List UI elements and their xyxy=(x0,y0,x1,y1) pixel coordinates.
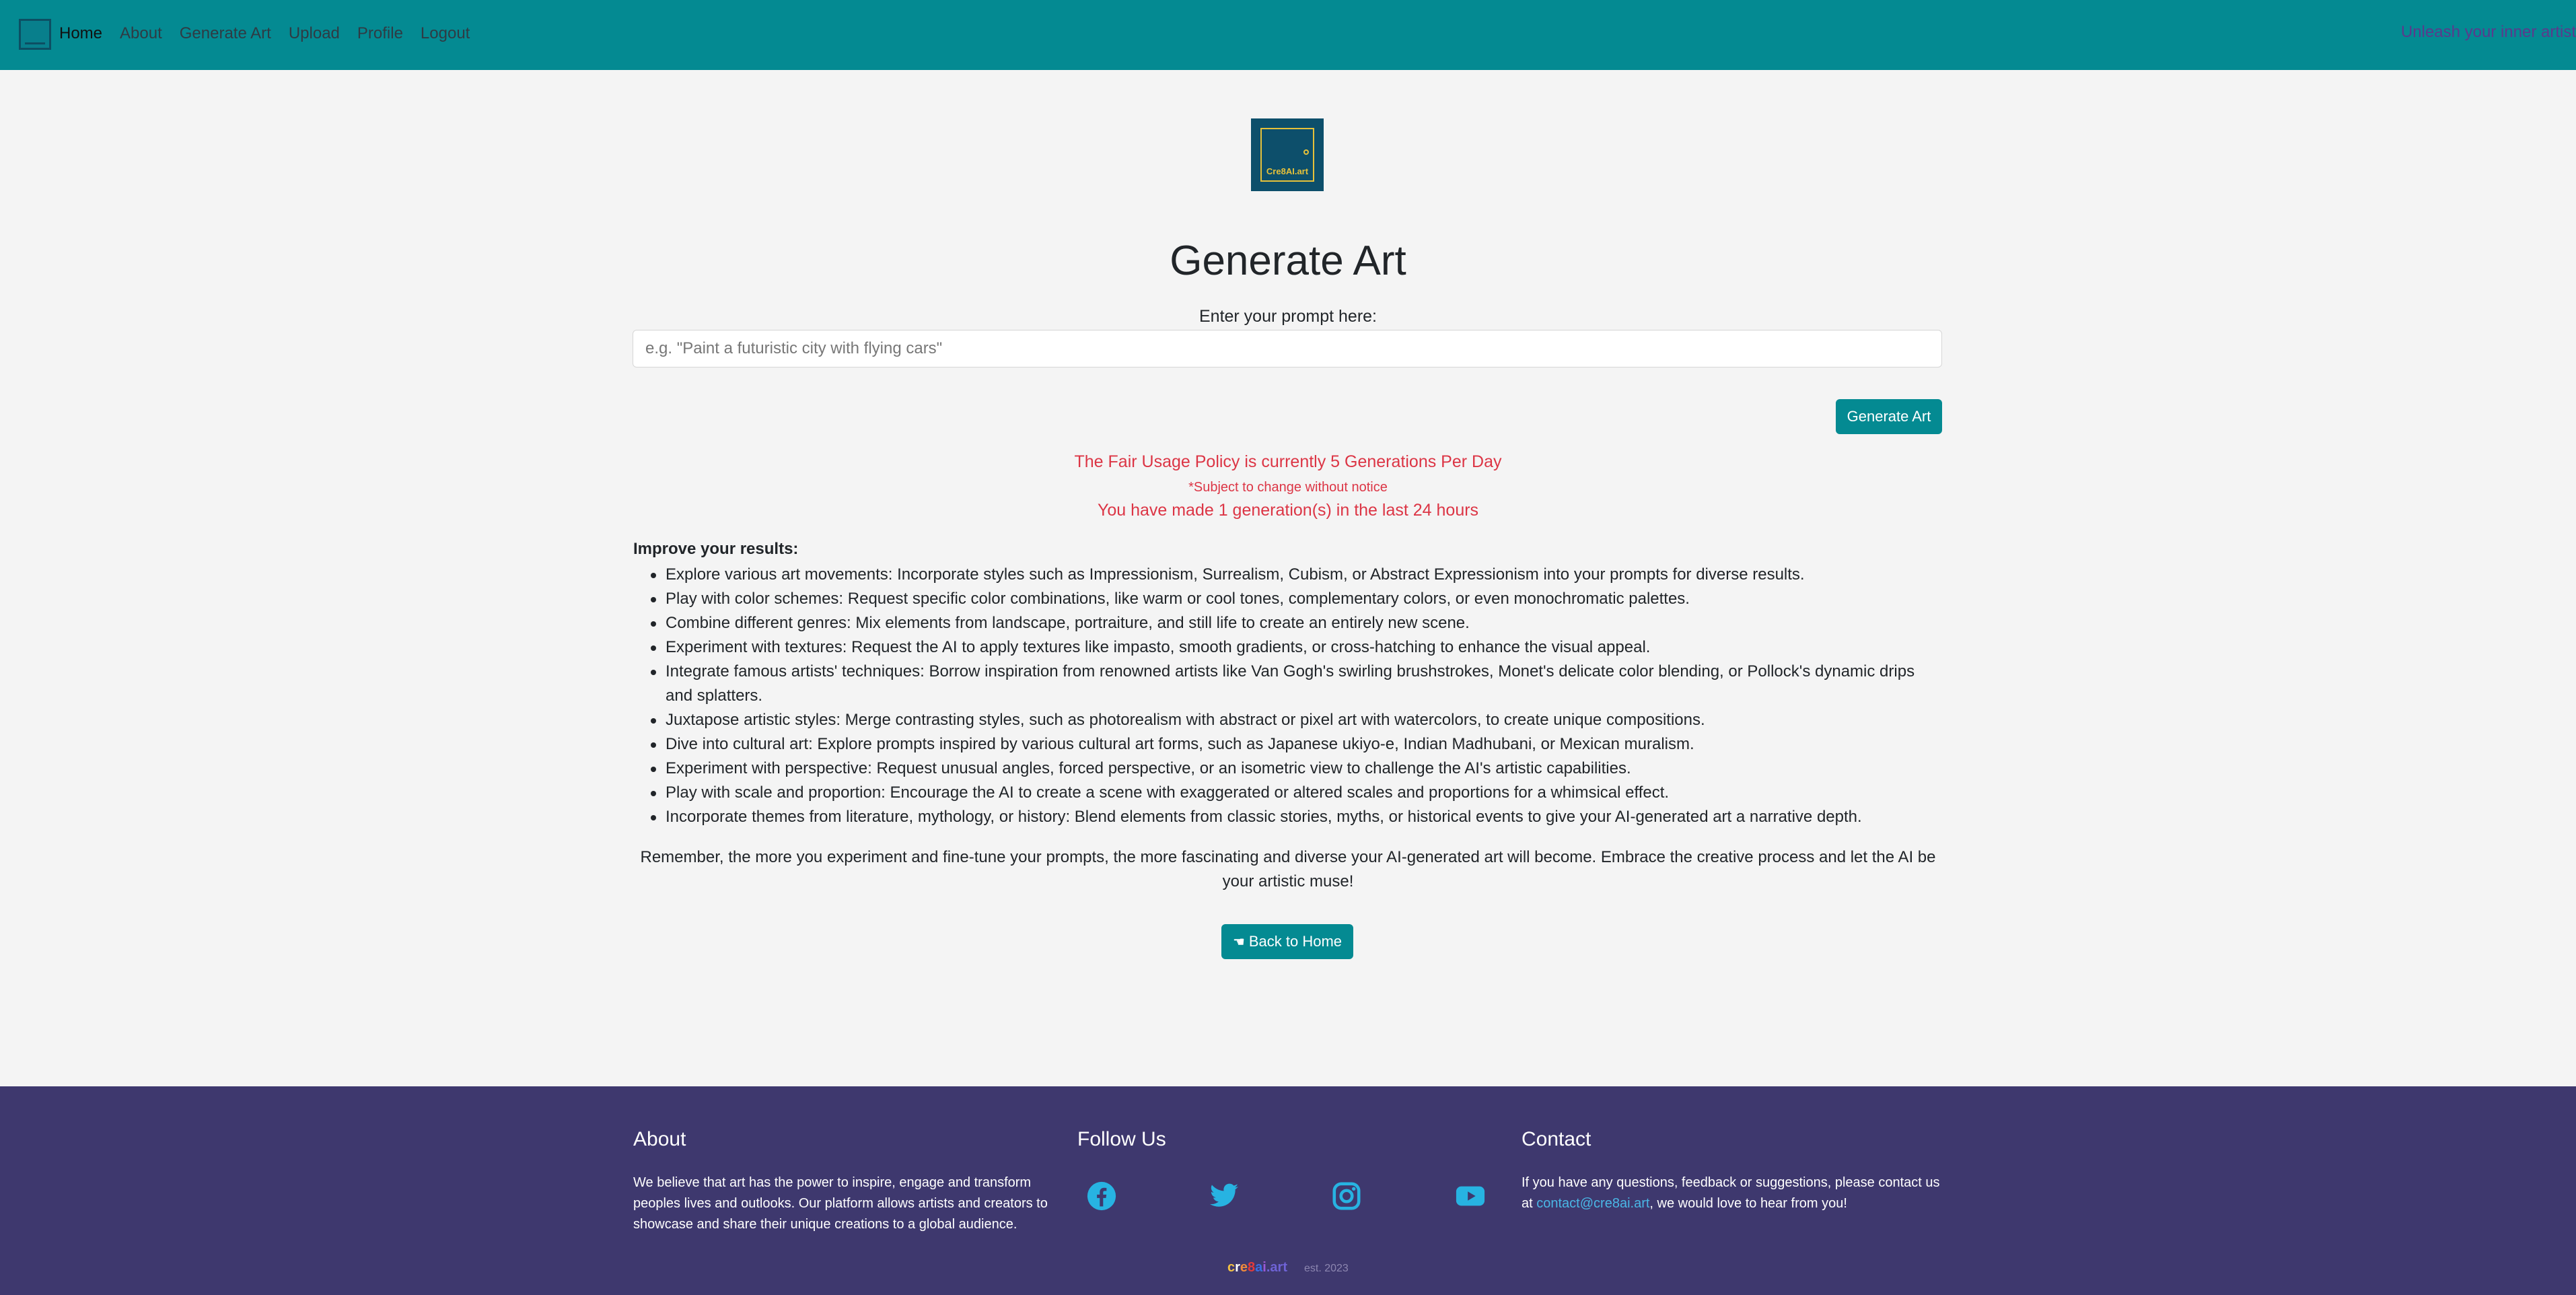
nav-link-home[interactable]: Home xyxy=(59,22,102,46)
prompt-input[interactable] xyxy=(633,330,1942,368)
footer-about-text: We believe that art has the power to ins… xyxy=(633,1175,1048,1232)
tip-item: Incorporate themes from literature, myth… xyxy=(633,805,1945,829)
instagram-icon[interactable] xyxy=(1331,1181,1362,1212)
nav-link-logout[interactable]: Logout xyxy=(421,22,470,46)
youtube-icon[interactable] xyxy=(1455,1181,1486,1212)
logo-dot-icon xyxy=(1303,149,1309,155)
tip-item: Experiment with perspective: Request unu… xyxy=(633,757,1945,781)
brand-letter: a xyxy=(1255,1260,1263,1275)
page-title: Generate Art xyxy=(1170,238,1406,284)
tip-item: Play with scale and proportion: Encourag… xyxy=(633,781,1945,805)
footer-brand-logo: cre8ai.art xyxy=(1227,1260,1287,1275)
brand-letter: c xyxy=(1227,1260,1236,1275)
footer-contact-title: Contact xyxy=(1522,1128,1591,1150)
facebook-icon[interactable] xyxy=(1086,1181,1117,1212)
footer-about-title: About xyxy=(633,1128,686,1150)
brand-letter: r xyxy=(1235,1260,1240,1275)
footer-contact-text: If you have any questions, feedback or s… xyxy=(1522,1172,1952,1214)
nav-link-generate-art[interactable]: Generate Art xyxy=(180,22,271,46)
generation-count: You have made 1 generation(s) in the las… xyxy=(1097,501,1479,520)
policy-disclaimer: *Subject to change without notice xyxy=(1188,480,1388,495)
improve-results-title: Improve your results: xyxy=(633,540,799,558)
tip-item: Combine different genres: Mix elements f… xyxy=(633,611,1945,635)
hand-pointing-left-icon: ☚ xyxy=(1232,934,1245,950)
site-logo: Cre8AI.art xyxy=(1251,118,1324,191)
tip-item: Dive into cultural art: Explore prompts … xyxy=(633,732,1945,757)
brand-letter: e xyxy=(1240,1260,1248,1275)
policy-notice: The Fair Usage Policy is currently 5 Gen… xyxy=(1074,452,1502,471)
nav-links: Home About Generate Art Upload Profile L… xyxy=(59,22,487,46)
tips-list: Explore various art movements: Incorpora… xyxy=(633,563,1945,829)
brand-letter: 8 xyxy=(1248,1260,1256,1275)
brand-letter: art xyxy=(1270,1260,1287,1275)
footer-follow-title: Follow Us xyxy=(1077,1128,1166,1150)
tip-item: Play with color schemes: Request specifi… xyxy=(633,587,1945,611)
nav-link-upload[interactable]: Upload xyxy=(289,22,340,46)
generate-art-button[interactable]: Generate Art xyxy=(1836,399,1942,434)
footer-est-year: est. 2023 xyxy=(1304,1263,1349,1274)
tip-item: Experiment with textures: Request the AI… xyxy=(633,635,1945,660)
footer: About We believe that art has the power … xyxy=(0,1086,2576,1295)
contact-text-after: , we would love to hear from you! xyxy=(1649,1196,1847,1211)
navbar: Home About Generate Art Upload Profile L… xyxy=(0,0,2576,70)
contact-email-link[interactable]: contact@cre8ai.art xyxy=(1536,1196,1649,1211)
tip-item: Juxtapose artistic styles: Merge contras… xyxy=(633,708,1945,732)
back-to-home-label: Back to Home xyxy=(1248,933,1343,950)
twitter-icon[interactable] xyxy=(1209,1181,1240,1212)
back-to-home-button[interactable]: ☚ Back to Home xyxy=(1221,924,1353,959)
nav-link-about[interactable]: About xyxy=(120,22,162,46)
brand-logo-icon[interactable] xyxy=(19,19,51,50)
remember-note: Remember, the more you experiment and fi… xyxy=(640,848,1936,890)
prompt-label: Enter your prompt here: xyxy=(1198,307,1377,326)
logo-text: Cre8AI.art xyxy=(1266,166,1309,176)
nav-tagline: Unleash your inner artist xyxy=(2400,23,2576,41)
logo-frame: Cre8AI.art xyxy=(1260,128,1314,182)
tip-item: Integrate famous artists' techniques: Bo… xyxy=(633,660,1945,708)
tip-item: Explore various art movements: Incorpora… xyxy=(633,563,1945,587)
nav-link-profile[interactable]: Profile xyxy=(357,22,403,46)
